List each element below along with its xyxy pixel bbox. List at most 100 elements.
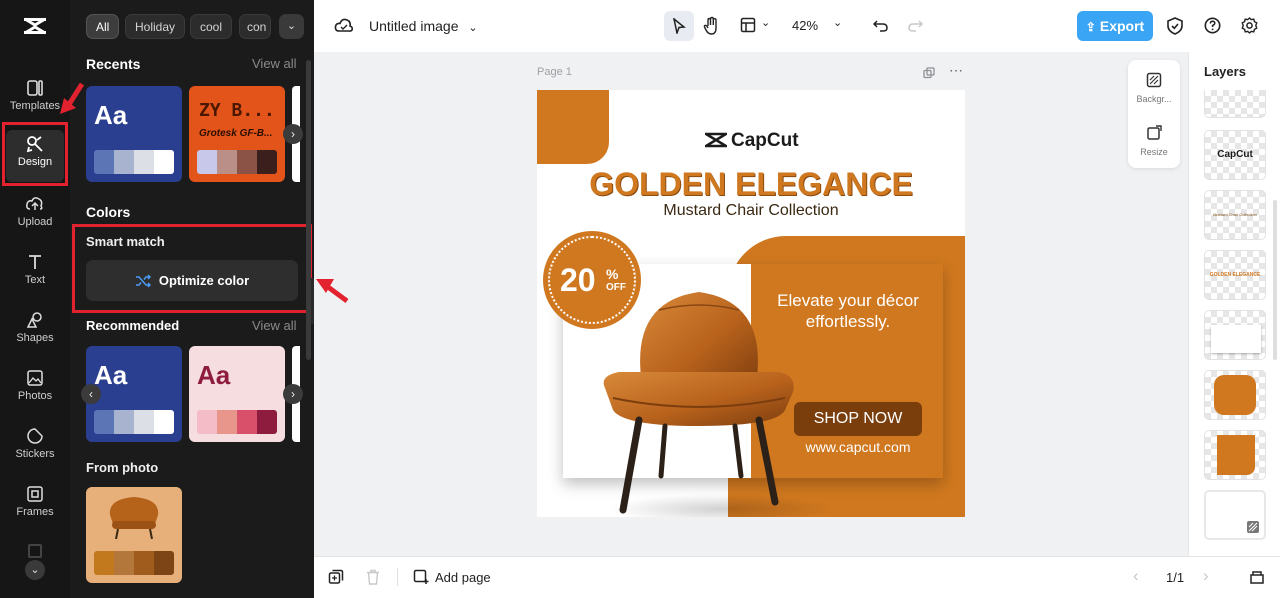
undo-icon[interactable]: [873, 17, 889, 33]
nav-text[interactable]: Text: [6, 248, 64, 300]
filter-more-button[interactable]: ⌄: [279, 14, 304, 39]
export-label: Export: [1099, 18, 1145, 34]
resize-label[interactable]: Resize: [1128, 147, 1180, 157]
resize-icon[interactable]: [1146, 125, 1162, 141]
page-manager-icon[interactable]: [1249, 569, 1265, 585]
recent-palette-card-1[interactable]: Aa: [86, 86, 182, 182]
layer-thumb-text: Mustard Chair Collection: [1213, 212, 1257, 217]
duplicate-page-icon[interactable]: [923, 67, 935, 79]
design-url[interactable]: www.capcut.com: [769, 439, 947, 455]
shop-now-button[interactable]: SHOP NOW: [794, 402, 922, 436]
next-page-icon[interactable]: ›: [1203, 566, 1209, 586]
from-photo-card[interactable]: [86, 487, 182, 583]
divider: [397, 568, 398, 586]
recommended-title: Recommended: [86, 318, 180, 333]
layers-panel: [1188, 52, 1280, 556]
help-icon[interactable]: [1204, 17, 1221, 34]
recents-title: Recents: [86, 56, 141, 72]
redo-icon[interactable]: [907, 17, 923, 33]
prev-page-icon[interactable]: ‹: [1133, 566, 1139, 586]
background-icon: [1247, 521, 1259, 533]
layer-thumb-capcut[interactable]: CapCut: [1204, 130, 1266, 180]
layer-thumb-orange-bg[interactable]: [1204, 370, 1266, 420]
layer-thumb-background[interactable]: [1204, 490, 1266, 540]
nav-upload[interactable]: Upload: [6, 190, 64, 242]
design-tagline[interactable]: Elevate your décor effortlessly.: [769, 290, 927, 332]
hand-tool-icon[interactable]: [703, 16, 721, 36]
nav-text-label: Text: [24, 274, 46, 286]
layer-thumb-corner[interactable]: [1204, 430, 1266, 480]
recommended-next-button[interactable]: ›: [283, 384, 303, 404]
discount-value: 20: [560, 262, 596, 298]
upload-icon: ⇪: [1085, 20, 1096, 34]
palette-swatches: [94, 150, 174, 174]
layout-icon[interactable]: [740, 17, 756, 33]
recommended-prev-button[interactable]: ‹: [81, 384, 101, 404]
add-page-button[interactable]: Add page: [435, 570, 491, 585]
corner-shape[interactable]: [537, 90, 609, 164]
shield-icon[interactable]: [1167, 17, 1183, 35]
layer-thumb-white-card[interactable]: [1204, 310, 1266, 360]
palette-swatches: [94, 410, 174, 434]
text-icon: [29, 255, 41, 269]
card-font-sample: ZY B...: [199, 100, 275, 121]
layer-thumb-1[interactable]: [1204, 90, 1266, 118]
design-canvas-page[interactable]: CapCut GOLDEN ELEGANCE Mustard Chair Col…: [537, 90, 965, 517]
rail-expand-button[interactable]: ⌄: [25, 560, 45, 580]
layer-thumb-subtitle[interactable]: Mustard Chair Collection: [1204, 190, 1266, 240]
annotation-arrow-icon: [316, 279, 349, 304]
nav-frames-label: Frames: [16, 506, 54, 518]
layer-thumb-shape: [1211, 325, 1261, 353]
zoom-level[interactable]: 42%: [792, 18, 818, 33]
card-aa-text: Aa: [197, 360, 231, 390]
filter-chip-holiday[interactable]: Holiday: [125, 14, 186, 39]
page-more-icon[interactable]: ⋯: [949, 62, 964, 79]
recents-next-button[interactable]: ›: [283, 124, 303, 144]
capcut-logo[interactable]: CapCut: [701, 130, 799, 152]
layer-thumb-text: GOLDEN ELEGANCE: [1209, 272, 1261, 278]
logo-text: CapCut: [731, 130, 799, 151]
upload-icon: [26, 197, 43, 210]
shapes-icon: [26, 312, 42, 328]
filter-chip-con[interactable]: con: [239, 14, 271, 39]
stickers-icon: [27, 428, 43, 444]
nav-photos-label: Photos: [17, 390, 53, 402]
export-button[interactable]: ⇪ Export: [1077, 11, 1153, 41]
nav-shapes[interactable]: Shapes: [6, 306, 64, 358]
design-headline[interactable]: GOLDEN ELEGANCE: [537, 166, 965, 203]
recommended-view-all[interactable]: View all: [252, 318, 297, 333]
trash-icon[interactable]: [366, 569, 380, 585]
background-icon[interactable]: [1146, 72, 1162, 88]
filter-chip-all[interactable]: All: [86, 14, 120, 39]
layer-thumb-title[interactable]: GOLDEN ELEGANCE: [1204, 250, 1266, 300]
background-label[interactable]: Backgr...: [1128, 94, 1180, 104]
card-font-caption: Grotesk GF-B...: [199, 128, 273, 139]
recommended-palette-card-2[interactable]: Aa: [189, 346, 285, 442]
recents-view-all[interactable]: View all: [252, 56, 297, 71]
layer-thumb-text: CapCut: [1217, 149, 1253, 160]
nav-photos[interactable]: Photos: [6, 364, 64, 416]
add-page-icon[interactable]: [413, 569, 429, 585]
select-tool-button[interactable]: [664, 11, 694, 41]
cloud-sync-icon[interactable]: [334, 16, 354, 34]
chevron-down-icon[interactable]: ⌄: [761, 16, 770, 29]
duplicate-page-icon[interactable]: [328, 569, 344, 585]
layers-scrollbar[interactable]: [1273, 200, 1277, 360]
page-count: 1/1: [1166, 570, 1185, 585]
layers-title: Layers: [1204, 64, 1246, 79]
palette-swatches: [197, 410, 277, 434]
recent-palette-card-2[interactable]: ZY B... Grotesk GF-B...: [189, 86, 285, 182]
zoom-chevron-down-icon[interactable]: ⌄: [833, 16, 842, 29]
design-subtitle[interactable]: Mustard Chair Collection: [537, 202, 965, 220]
gear-icon[interactable]: [1241, 17, 1258, 34]
filter-chip-cool[interactable]: cool: [190, 14, 233, 39]
document-title[interactable]: Untitled image ⌄: [369, 18, 478, 34]
cursor-icon: [673, 18, 686, 34]
nav-frames[interactable]: Frames: [6, 480, 64, 532]
nav-templates[interactable]: Templates: [6, 74, 64, 126]
frames-icon: [27, 486, 43, 502]
capcut-logo-icon[interactable]: [22, 14, 48, 38]
design-highlight-box: [2, 122, 68, 186]
capcut-logo-icon: [701, 132, 731, 148]
nav-stickers[interactable]: Stickers: [6, 422, 64, 474]
